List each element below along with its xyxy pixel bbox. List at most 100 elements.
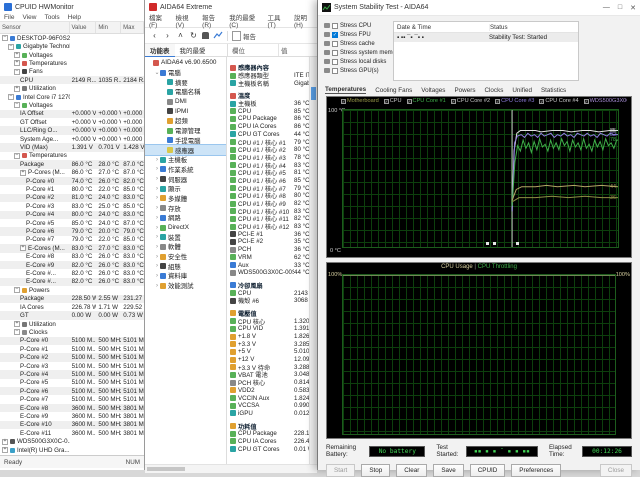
legend-checkbox[interactable]: ✓: [384, 99, 389, 104]
sidebar-item[interactable]: ›安全性: [145, 252, 226, 262]
table-row[interactable]: E-Core #883.0 °C26.0 °C83.0 °C: [0, 253, 144, 261]
table-row[interactable]: IA Cores226.78 W1.71 W229.52 W: [0, 303, 144, 311]
expand-icon[interactable]: +: [2, 439, 8, 445]
sensor-row[interactable]: +3.3 V 待命3.288 V: [230, 363, 309, 371]
stress-option[interactable]: Stress system memory: [324, 48, 390, 57]
menu-item[interactable]: 報告(R): [198, 12, 225, 29]
section-header[interactable]: 感應器內容: [230, 64, 309, 72]
sensor-row[interactable]: +5 V5.010 V: [230, 348, 309, 356]
checkbox[interactable]: [332, 50, 338, 56]
table-row[interactable]: P-Core #65100 M...500 MHz5101 M...: [0, 387, 144, 395]
sensor-row[interactable]: +1.8 V1.826 V: [230, 333, 309, 341]
table-row[interactable]: VID (Max)1.391 V0.701 V1.428 V: [0, 143, 144, 151]
collapse-icon[interactable]: −: [14, 69, 20, 75]
sidebar-item[interactable]: AIDA64 v6.90.6500: [145, 58, 226, 68]
sidebar-item[interactable]: ⌄電腦: [145, 68, 226, 78]
sensor-row[interactable]: CPU Package228.15 W: [230, 430, 309, 438]
table-row[interactable]: +Voltages: [0, 51, 144, 59]
sidebar-item[interactable]: ›主機板: [145, 155, 226, 165]
tab-我的最愛[interactable]: 我的最愛: [175, 44, 211, 56]
cpuid-button[interactable]: CPUID: [470, 464, 506, 477]
checkbox[interactable]: [332, 23, 338, 29]
table-row[interactable]: E-Core #103600 M...500 MHz3801 M...: [0, 421, 144, 429]
tab-clocks[interactable]: Clocks: [484, 87, 503, 94]
sensor-row[interactable]: PCI-E #136 °C: [230, 230, 309, 238]
sensor-row[interactable]: CPU VID1.391 V: [230, 325, 309, 333]
sidebar-item[interactable]: ›網路: [145, 213, 226, 223]
table-row[interactable]: −Temperatures: [0, 152, 144, 160]
sensor-row[interactable]: VRM62 °C: [230, 254, 309, 262]
table-row[interactable]: P-Core #55100 M...500 MHz5101 M...: [0, 379, 144, 387]
menu-item[interactable]: 檢視(V): [171, 12, 198, 29]
menu-item[interactable]: File: [0, 14, 18, 21]
sidebar-item[interactable]: ›顯示: [145, 184, 226, 194]
minimize-button[interactable]: —: [603, 4, 610, 12]
table-row[interactable]: P-Core #15100 M...500 MHz5101 M...: [0, 345, 144, 353]
table-row[interactable]: +Temperatures: [0, 59, 144, 67]
sensor-row[interactable]: CPU #1 / 核心 #685 °C: [230, 177, 309, 185]
sidebar-item[interactable]: 感應器: [145, 145, 226, 155]
sidebar-item[interactable]: ›裝置: [145, 232, 226, 242]
sidebar-item[interactable]: ›存放: [145, 203, 226, 213]
sensor-row[interactable]: CPU #1 / 核心 #581 °C: [230, 169, 309, 177]
back-icon[interactable]: ‹: [150, 31, 159, 40]
table-row[interactable]: P-Core #779.0 °C22.0 °C85.0 °C: [0, 236, 144, 244]
aida64-vertical-scrollbar[interactable]: [309, 57, 317, 464]
table-row[interactable]: P-Core #585.0 °C24.0 °C87.0 °C: [0, 219, 144, 227]
sidebar-item[interactable]: ›多媒體: [145, 194, 226, 204]
table-row[interactable]: +E-Cores (M...83.0 °C27.0 °C83.0 °C: [0, 244, 144, 252]
sensor-row[interactable]: CPU2143 RPM: [230, 289, 309, 297]
table-row[interactable]: +WDS500G3X0C-0...: [0, 438, 144, 446]
table-row[interactable]: P-Core #45100 M...500 MHz5101 M...: [0, 370, 144, 378]
table-row[interactable]: E-Core #982.0 °C26.0 °C83.0 °C: [0, 261, 144, 269]
collapse-icon[interactable]: −: [14, 287, 20, 293]
sensor-row[interactable]: CPU #1 / 核心 #1283 °C: [230, 223, 309, 231]
legend-checkbox[interactable]: ✓: [539, 99, 544, 104]
table-row[interactable]: −Clocks: [0, 328, 144, 336]
sensor-row[interactable]: CPU IA Cores86 °C: [230, 123, 309, 131]
sensor-row[interactable]: PCH36 °C: [230, 246, 309, 254]
table-row[interactable]: Package228.50 W2.55 W231.27 W: [0, 295, 144, 303]
table-row[interactable]: P-Core #281.0 °C24.0 °C83.0 °C: [0, 194, 144, 202]
sensor-row[interactable]: iGPU0.012 V: [230, 410, 309, 418]
table-row[interactable]: P-Core #180.0 °C22.0 °C85.0 °C: [0, 185, 144, 193]
sensor-row[interactable]: CPU #1 / 核心 #280 °C: [230, 146, 309, 154]
save-button[interactable]: Save: [433, 464, 463, 477]
sensor-row[interactable]: VCCIN Aux1.824 V: [230, 394, 309, 402]
sidebar-item[interactable]: ›效能測試: [145, 281, 226, 291]
collapse-icon[interactable]: −: [8, 44, 14, 50]
sensor-row[interactable]: PCI-E #235 °C: [230, 238, 309, 246]
expand-icon[interactable]: +: [14, 52, 20, 58]
column-header[interactable]: Min: [96, 22, 121, 33]
table-row[interactable]: P-Core #75100 M...500 MHz5101 M...: [0, 395, 144, 403]
aida64-horizontal-scrollbar[interactable]: [145, 464, 317, 473]
table-row[interactable]: +Utilization: [0, 84, 144, 92]
checkbox[interactable]: [332, 68, 338, 74]
table-row[interactable]: +Intel(R) UHD Gra...: [0, 446, 144, 454]
stress-option[interactable]: Stress cache: [324, 39, 390, 48]
sidebar-item[interactable]: ›組態: [145, 261, 226, 271]
collapse-icon[interactable]: −: [14, 329, 20, 335]
table-row[interactable]: −Powers: [0, 286, 144, 294]
close-button[interactable]: ✕: [630, 4, 636, 12]
checkbox[interactable]: [332, 41, 338, 47]
menu-item[interactable]: View: [18, 14, 40, 21]
sensor-row[interactable]: +3.3 V3.285 V: [230, 340, 309, 348]
section-header[interactable]: 冷卻風扇: [230, 282, 309, 290]
sensor-row[interactable]: Aux33 °C: [230, 261, 309, 269]
sensor-row[interactable]: PCH 核心0.814 V: [230, 379, 309, 387]
table-row[interactable]: E-Core #93600 M...500 MHz3801 M...: [0, 412, 144, 420]
tab-powers[interactable]: Powers: [454, 87, 475, 94]
sidebar-item[interactable]: ›資料庫: [145, 271, 226, 281]
legend-checkbox[interactable]: ✓: [495, 99, 500, 104]
stress-option[interactable]: Stress CPU: [324, 21, 390, 30]
expand-icon[interactable]: +: [2, 447, 8, 453]
checkbox[interactable]: ✓: [332, 32, 338, 38]
sidebar-item[interactable]: 超頻: [145, 116, 226, 126]
table-row[interactable]: E-Core #113600 M...500 MHz3801 M...: [0, 429, 144, 437]
section-header[interactable]: 電壓值: [230, 310, 309, 318]
table-row[interactable]: E-Core #...82.0 °C26.0 °C83.0 °C: [0, 278, 144, 286]
preferences-button[interactable]: Preferences: [511, 464, 561, 477]
sensor-row[interactable]: 機殼 #63068 RPM: [230, 297, 309, 305]
maximize-button[interactable]: □: [618, 4, 622, 12]
